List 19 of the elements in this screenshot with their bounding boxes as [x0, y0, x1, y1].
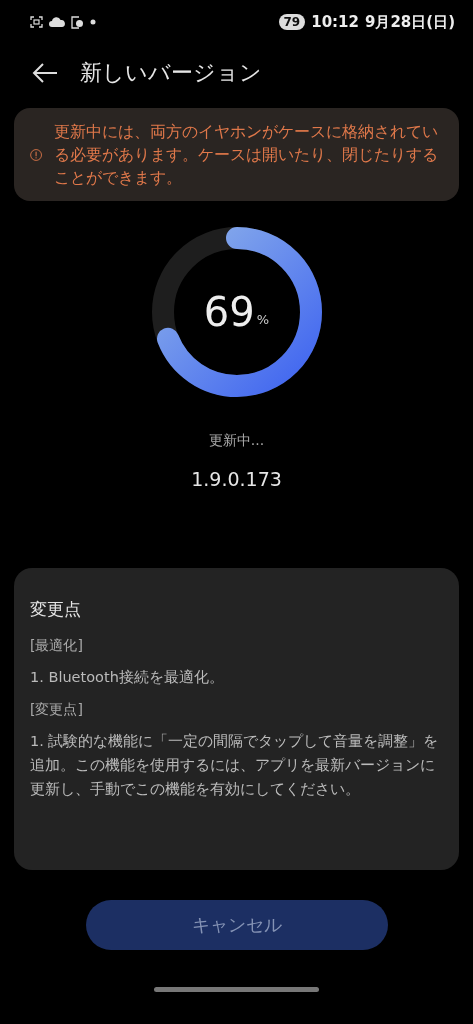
update-status: 更新中... — [207, 432, 266, 450]
cloud-icon — [49, 17, 65, 27]
section-heading: [最適化] — [30, 637, 84, 655]
progress-value: 69 — [203, 289, 255, 335]
battery-indicator: 79 — [278, 14, 306, 30]
changelog-title: 変更点 — [30, 598, 82, 621]
section-heading: [変更点] — [30, 701, 84, 719]
clock: 10:12 — [311, 13, 359, 31]
dot-icon — [90, 19, 96, 25]
changelog-item: 1. 試験的な機能に「一定の間隔でタップして音量を調整」を追加。この機能を使用するには、アプリを最新バージョンに更新し、手動でこの機能を有効にしてください。 — [30, 732, 440, 799]
notification-icon — [71, 15, 84, 29]
screenshot-icon — [30, 16, 43, 28]
date: 9月28日(日) — [364, 12, 455, 32]
back-arrow-icon[interactable] — [32, 63, 58, 83]
percent-unit: % — [256, 311, 270, 327]
changelog-item: 1. Bluetooth接続を最適化。 — [30, 668, 225, 687]
warning-text: 更新中には、両方のイヤホンがケースに格納されている必要があります。ケースは開いたり、閉じたりすることができます。 — [54, 121, 440, 189]
version-number: 1.9.0.173 — [190, 468, 283, 490]
page-title: 新しいバージョン — [80, 59, 262, 87]
